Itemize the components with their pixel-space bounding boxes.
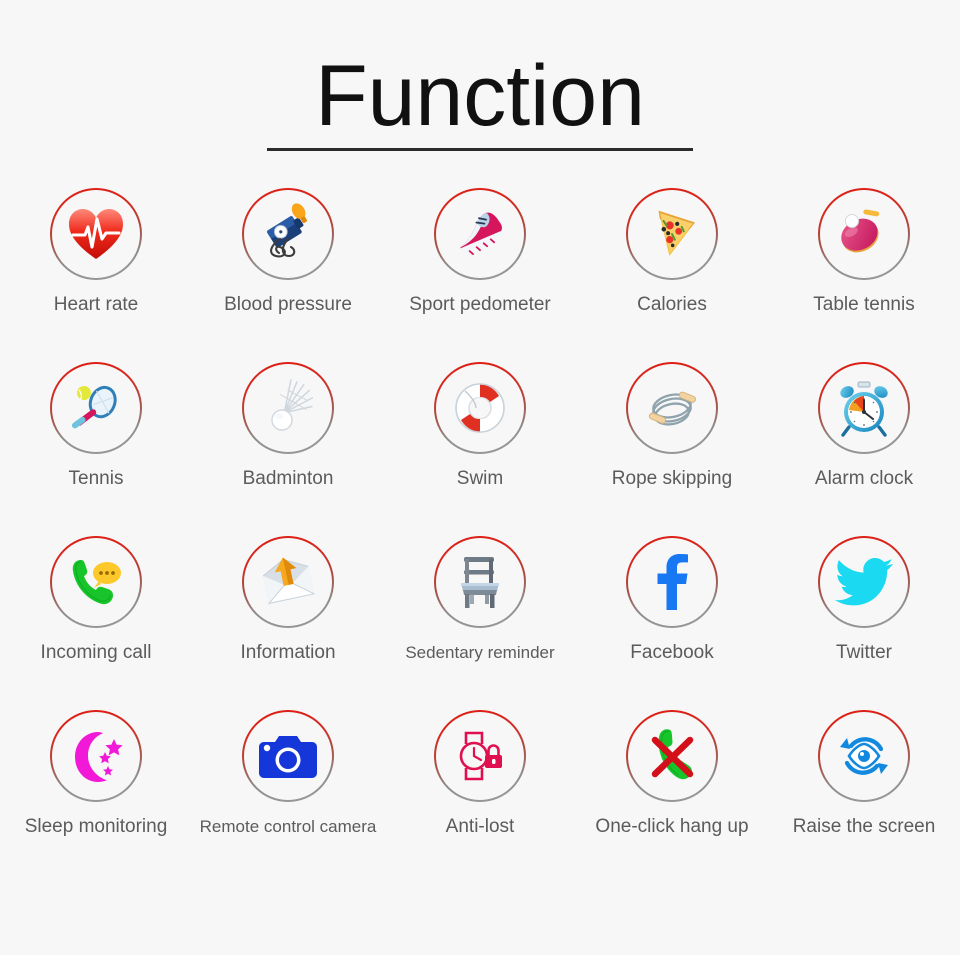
page-title: Function xyxy=(315,48,645,144)
heart-rate-icon xyxy=(65,203,127,265)
feature-circle xyxy=(434,362,526,454)
feature-item-information[interactable]: Information xyxy=(192,536,384,710)
watch-lock-icon xyxy=(449,725,511,787)
phone-cross-icon xyxy=(641,725,703,787)
feature-item-swim[interactable]: Swim xyxy=(384,362,576,536)
feature-item-facebook[interactable]: Facebook xyxy=(576,536,768,710)
feature-item-table-tennis[interactable]: Table tennis xyxy=(768,188,960,362)
feature-item-raise-the-screen[interactable]: Raise the screen xyxy=(768,710,960,896)
feature-label: Incoming call xyxy=(40,642,152,663)
feature-label: Tennis xyxy=(68,468,124,489)
feature-circle xyxy=(50,536,142,628)
feature-row: Sleep monitoring Remote control camera A… xyxy=(0,710,960,896)
feature-label: Heart rate xyxy=(53,294,139,315)
feature-item-badminton[interactable]: Badminton xyxy=(192,362,384,536)
feature-circle xyxy=(50,710,142,802)
feature-item-heart-rate[interactable]: Heart rate xyxy=(0,188,192,362)
table-tennis-paddle-icon xyxy=(833,203,895,265)
feature-label: Remote control camera xyxy=(199,817,377,836)
feature-circle xyxy=(818,188,910,280)
feature-circle xyxy=(626,362,718,454)
feature-item-rope-skipping[interactable]: Rope skipping xyxy=(576,362,768,536)
feature-circle xyxy=(434,710,526,802)
feature-item-one-click-hang-up[interactable]: One-click hang up xyxy=(576,710,768,896)
shuttlecock-icon xyxy=(257,377,319,439)
feature-circle xyxy=(242,188,334,280)
feature-item-sport-pedometer[interactable]: Sport pedometer xyxy=(384,188,576,362)
chair-icon xyxy=(449,551,511,613)
feature-circle xyxy=(434,188,526,280)
feature-label: One-click hang up xyxy=(595,816,749,837)
feature-label: Blood pressure xyxy=(224,294,352,315)
feature-label: Sleep monitoring xyxy=(24,816,168,837)
feature-label: Table tennis xyxy=(813,294,915,315)
page-title-block: Function xyxy=(0,48,960,151)
feature-label: Information xyxy=(240,642,336,663)
feature-circle xyxy=(242,536,334,628)
feature-label: Facebook xyxy=(630,642,714,663)
feature-circle xyxy=(434,536,526,628)
feature-item-blood-pressure[interactable]: Blood pressure xyxy=(192,188,384,362)
feature-circle xyxy=(626,710,718,802)
feature-label: Sport pedometer xyxy=(409,294,551,315)
feature-row: Tennis Badminton Swim Rope skipping Alar… xyxy=(0,362,960,536)
twitter-bird-icon xyxy=(833,551,895,613)
feature-label: Calories xyxy=(637,294,707,315)
eye-refresh-icon xyxy=(833,725,895,787)
feature-label: Swim xyxy=(456,468,504,489)
feature-circle xyxy=(626,188,718,280)
feature-circle xyxy=(242,710,334,802)
feature-label: Badminton xyxy=(242,468,334,489)
moon-stars-icon xyxy=(65,725,127,787)
blood-pressure-icon xyxy=(257,203,319,265)
tennis-racket-icon xyxy=(65,377,127,439)
feature-item-twitter[interactable]: Twitter xyxy=(768,536,960,710)
feature-grid: Heart rate Blood pressure Sport pedomete… xyxy=(0,188,960,896)
feature-item-incoming-call[interactable]: Incoming call xyxy=(0,536,192,710)
feature-label: Anti-lost xyxy=(445,816,515,837)
phone-message-icon xyxy=(65,551,127,613)
jump-rope-icon xyxy=(641,377,703,439)
feature-label: Twitter xyxy=(836,642,892,663)
function-feature-page: Function Heart rate Blood pressure Sport… xyxy=(0,0,960,955)
feature-circle xyxy=(818,536,910,628)
feature-item-sedentary-reminder[interactable]: Sedentary reminder xyxy=(384,536,576,710)
pizza-slice-icon xyxy=(641,203,703,265)
feature-circle xyxy=(626,536,718,628)
feature-circle xyxy=(242,362,334,454)
feature-label: Alarm clock xyxy=(814,468,914,489)
feature-item-calories[interactable]: Calories xyxy=(576,188,768,362)
feature-circle xyxy=(818,710,910,802)
feature-item-anti-lost[interactable]: Anti-lost xyxy=(384,710,576,896)
feature-label: Raise the screen xyxy=(792,816,936,837)
alarm-clock-icon xyxy=(833,377,895,439)
feature-label: Sedentary reminder xyxy=(405,643,555,662)
feature-item-alarm-clock[interactable]: Alarm clock xyxy=(768,362,960,536)
running-shoe-icon xyxy=(449,203,511,265)
feature-item-sleep-monitoring[interactable]: Sleep monitoring xyxy=(0,710,192,896)
feature-circle xyxy=(50,188,142,280)
camera-icon xyxy=(257,725,319,787)
facebook-icon xyxy=(641,551,703,613)
life-ring-icon xyxy=(449,377,511,439)
feature-circle xyxy=(818,362,910,454)
feature-circle xyxy=(50,362,142,454)
feature-label: Rope skipping xyxy=(611,468,733,489)
feature-item-tennis[interactable]: Tennis xyxy=(0,362,192,536)
feature-item-remote-control-camera[interactable]: Remote control camera xyxy=(192,710,384,896)
feature-row: Incoming call Information Sedentary remi… xyxy=(0,536,960,710)
title-underline xyxy=(267,148,693,151)
envelope-arrow-icon xyxy=(257,551,319,613)
feature-row: Heart rate Blood pressure Sport pedomete… xyxy=(0,188,960,362)
